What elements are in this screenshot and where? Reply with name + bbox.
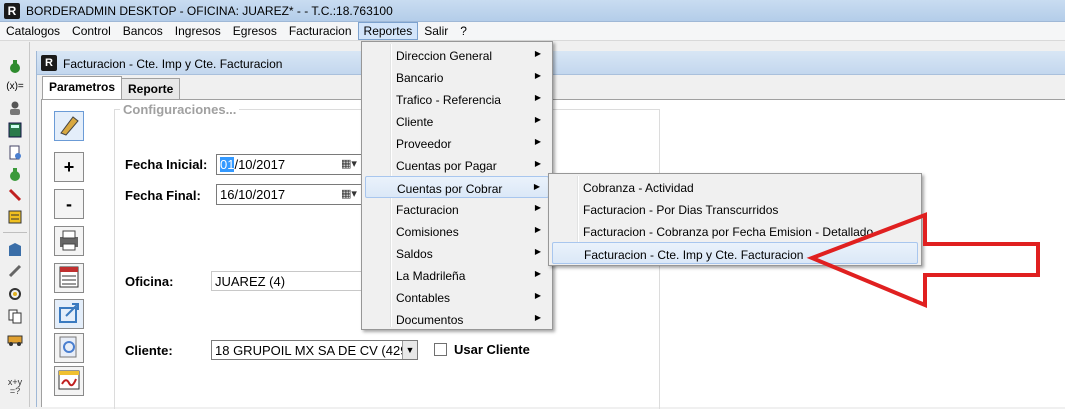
tab-parametros[interactable]: Parametros	[42, 76, 123, 100]
menu-item-cuentas-por-pagar[interactable]: Cuentas por Pagar ▶	[365, 154, 549, 176]
fecha-final-label: Fecha Final:	[125, 188, 201, 203]
oficina-label: Oficina:	[125, 274, 174, 289]
print-button[interactable]	[54, 226, 84, 256]
person-icon[interactable]	[6, 100, 24, 116]
list-icon[interactable]	[6, 209, 24, 225]
menu-item-documentos[interactable]: Documentos ▶	[365, 308, 549, 330]
submenu-arrow-icon: ▶	[534, 225, 541, 234]
bag-icon[interactable]	[6, 166, 24, 182]
menu-item-trafico-referencia[interactable]: Trafico - Referencia ▶	[365, 88, 549, 110]
menu-item-bancario[interactable]: Bancario ▶	[365, 66, 549, 88]
submenu-arrow-icon: ▶	[534, 159, 541, 168]
cuentas-por-cobrar-submenu: Cobranza - Actividad Facturacion - Por D…	[548, 173, 922, 266]
signature-icon	[58, 370, 80, 390]
submenu-arrow-icon: ▶	[534, 269, 541, 278]
oficina-field[interactable]: JUAREZ (4)	[211, 271, 363, 291]
sign-button[interactable]	[54, 366, 84, 396]
submenu-arrow-icon: ▶	[534, 49, 541, 58]
submenu-item-cobranza-actividad[interactable]: Cobranza - Actividad	[552, 176, 918, 198]
cliente-label: Cliente:	[125, 343, 173, 358]
oficina-value: JUAREZ (4)	[215, 274, 286, 289]
menu-ingresos[interactable]: Ingresos	[169, 22, 227, 40]
cliente-combobox[interactable]: 18 GRUPOIL MX SA DE CV (429) ▼	[211, 340, 418, 360]
menu-catalogos[interactable]: Catalogos	[0, 22, 66, 40]
submenu-arrow-icon: ▶	[534, 115, 541, 124]
calculator-icon[interactable]	[6, 122, 24, 138]
menu-help[interactable]: ?	[454, 22, 473, 40]
variable-icon[interactable]: (x)=	[6, 79, 24, 95]
menu-item-direccion-general[interactable]: Direccion General ▶	[365, 44, 549, 66]
settings-icon[interactable]	[6, 286, 24, 302]
calendar-icon[interactable]: ▦▾	[341, 157, 361, 173]
menu-item-cuentas-por-cobrar[interactable]: Cuentas por Cobrar ▶	[365, 176, 549, 198]
pencil-icon[interactable]	[6, 263, 24, 279]
fecha-inicial-rest: /10/2017	[234, 157, 286, 172]
reportes-dropdown: Direccion General ▶ Bancario ▶ Trafico - R…	[361, 41, 553, 330]
submenu-arrow-icon: ▶	[534, 93, 541, 102]
fecha-inicial-label: Fecha Inicial:	[125, 157, 208, 172]
transfer-icon[interactable]	[6, 242, 24, 258]
report-window-title: Facturacion - Cte. Imp y Cte. Facturacio…	[63, 57, 283, 71]
menu-item-cliente[interactable]: Cliente ▶	[365, 110, 549, 132]
app-logo: R	[4, 3, 20, 19]
app-title-bar: R BORDERADMIN DESKTOP - OFICINA: JUAREZ*…	[0, 0, 1065, 22]
usar-cliente-label: Usar Cliente	[454, 342, 530, 357]
remove-button[interactable]: -	[54, 189, 84, 219]
submenu-arrow-icon: ▶	[534, 313, 541, 322]
copy-icon[interactable]	[6, 308, 24, 324]
menu-bar: Catalogos Control Bancos Ingresos Egreso…	[0, 22, 1065, 41]
menu-bancos[interactable]: Bancos	[117, 22, 169, 40]
menu-item-comisiones[interactable]: Comisiones ▶	[365, 220, 549, 242]
menu-control[interactable]: Control	[66, 22, 117, 40]
export-icon	[59, 303, 79, 323]
menu-item-la-madrilena[interactable]: La Madrileña ▶	[365, 264, 549, 286]
tab-reporte[interactable]: Reporte	[121, 78, 181, 99]
submenu-arrow-icon: ▶	[534, 71, 541, 80]
printer-icon	[60, 230, 78, 251]
report-window-logo: R	[41, 55, 57, 71]
submenu-arrow-icon: ▶	[534, 247, 541, 256]
submenu-arrow-icon: ▶	[534, 137, 541, 146]
fecha-inicial-field[interactable]: 01/10/2017 ▦▾	[216, 154, 364, 175]
menu-item-saldos[interactable]: Saldos ▶	[365, 242, 549, 264]
menu-item-contables[interactable]: Contables ▶	[365, 286, 549, 308]
fecha-inicial-selected-part: 01	[220, 157, 235, 172]
submenu-arrow-icon: ▶	[534, 203, 541, 212]
menu-item-facturacion[interactable]: Facturacion ▶	[365, 198, 549, 220]
money-bag-icon[interactable]	[6, 58, 24, 74]
excel-button[interactable]	[54, 263, 84, 293]
run-report-button[interactable]	[54, 111, 84, 141]
chevron-down-icon[interactable]: ▼	[402, 341, 417, 359]
export-button[interactable]	[54, 299, 84, 329]
fecha-final-field[interactable]: 16/10/2017 ▦▾	[216, 184, 364, 205]
submenu-item-facturacion-dias[interactable]: Facturacion - Por Dias Transcurridos	[552, 198, 918, 220]
menu-item-proveedor[interactable]: Proveedor ▶	[365, 132, 549, 154]
add-button[interactable]: +	[54, 152, 84, 182]
usar-cliente-checkbox[interactable]	[434, 343, 447, 356]
menu-facturacion[interactable]: Facturacion	[283, 22, 358, 40]
magnifier-icon	[59, 336, 77, 358]
truck-icon[interactable]	[6, 331, 24, 347]
pen-tool-icon	[60, 116, 79, 136]
submenu-arrow-icon: ▶	[534, 291, 541, 300]
toolbar-separator	[3, 232, 27, 233]
pen-icon[interactable]	[6, 187, 24, 203]
left-toolbar: (x)= x+y =?	[0, 42, 30, 407]
app-title: BORDERADMIN DESKTOP - OFICINA: JUAREZ* -…	[26, 4, 393, 18]
submenu-item-facturacion-cte-imp[interactable]: Facturacion - Cte. Imp y Cte. Facturacio…	[552, 242, 918, 264]
cliente-value: 18 GRUPOIL MX SA DE CV (429)	[215, 343, 412, 358]
menu-egresos[interactable]: Egresos	[227, 22, 283, 40]
submenu-item-facturacion-cobranza-fecha[interactable]: Facturacion - Cobranza por Fecha Emision…	[552, 220, 918, 242]
document-icon[interactable]	[6, 145, 24, 161]
submenu-arrow-icon: ▶	[533, 182, 540, 191]
spreadsheet-icon	[59, 266, 79, 288]
menu-salir[interactable]: Salir	[418, 22, 454, 40]
menu-reportes[interactable]: Reportes	[357, 22, 419, 40]
formula-icon[interactable]: x+y =?	[6, 378, 24, 396]
preview-button[interactable]	[54, 333, 84, 363]
fecha-final-value: 16/10/2017	[220, 187, 286, 202]
calendar-icon[interactable]: ▦▾	[341, 187, 361, 203]
configuraciones-title: Configuraciones...	[120, 102, 240, 117]
